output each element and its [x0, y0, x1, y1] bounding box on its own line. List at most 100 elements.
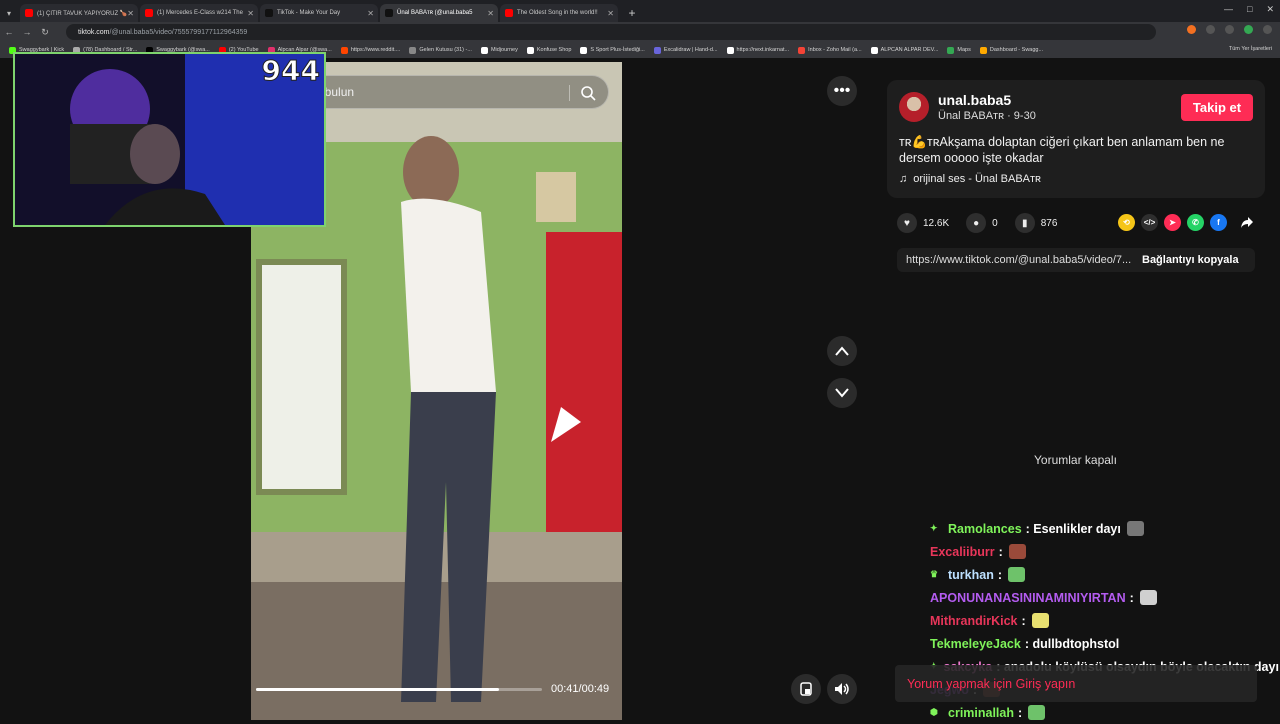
chat-username[interactable]: turkhan	[948, 568, 994, 582]
video-progress-bar[interactable]	[256, 688, 542, 691]
bookmark-favicon-icon	[409, 46, 417, 54]
copy-link-bar: https://www.tiktok.com/@unal.baba5/video…	[897, 248, 1255, 272]
creator-info-card: unal.baba5 Ünal BABAᴛʀ · 9-30 Takip et ᴛ…	[887, 80, 1265, 198]
browser-tab[interactable]: The Oldest Song in the world!! ✕	[500, 4, 618, 22]
like-count: 12.6K	[923, 217, 950, 229]
url-input[interactable]: tiktok.com/@unal.baba5/video/75557991771…	[66, 24, 1156, 40]
chat-emote-icon	[1126, 521, 1144, 536]
extensions-puzzle-icon[interactable]	[1206, 25, 1215, 34]
share-arrow-icon[interactable]	[1240, 216, 1254, 229]
tab-favicon-icon	[505, 9, 513, 17]
chat-text: :	[1129, 590, 1134, 605]
more-options-button[interactable]: •••	[827, 76, 857, 106]
browser-tab[interactable]: (1) ÇITIR TAVUK YAPIYORUZ 🍗 ✕	[20, 4, 138, 22]
bookmark-label: Inbox - Zoho Mail (a...	[808, 47, 862, 53]
share-icons: ⟲ </> ➤ ✆ f	[1118, 214, 1227, 231]
bookmark-label: S Sport Plus-İstediği...	[590, 47, 645, 53]
bookmark-item[interactable]: Excalidraw | Hand-d...	[653, 46, 718, 54]
facebook-icon[interactable]: f	[1210, 214, 1227, 231]
whatsapp-icon[interactable]: ✆	[1187, 214, 1204, 231]
close-tab-icon[interactable]: ✕	[367, 9, 374, 18]
browser-tab[interactable]: Ünal BABAᴛʀ (@unal.baba5 ✕	[380, 4, 498, 22]
chat-username[interactable]: Ramolances	[948, 522, 1022, 536]
bookmark-item[interactable]: https://www.reddit....	[340, 46, 401, 54]
chat-username[interactable]: criminallah	[948, 706, 1014, 720]
creator-username[interactable]: unal.baba5	[938, 92, 1011, 108]
chat-message: MithrandirKick:	[930, 609, 1275, 632]
avatar[interactable]	[899, 92, 929, 122]
bookmark-favicon-icon	[870, 46, 878, 54]
minimize-icon[interactable]: —	[1224, 4, 1233, 15]
chat-message: APONUNANASININAMINIYIRTAN:	[930, 586, 1275, 609]
bookmark-label: Maps	[957, 47, 971, 53]
like-button[interactable]: ♥ 12.6K	[897, 213, 949, 233]
send-icon[interactable]: ➤	[1164, 214, 1181, 231]
comment-button[interactable]: ● 0	[966, 213, 998, 233]
volume-button[interactable]	[827, 674, 857, 704]
bookmark-favicon-icon	[726, 46, 734, 54]
webcam-overlay: 944	[13, 52, 326, 227]
copy-link-button[interactable]: Bağlantıyı kopyala	[1142, 254, 1239, 266]
new-tab-button[interactable]: +	[624, 5, 640, 21]
bookmark-label: Excalidraw | Hand-d...	[663, 47, 718, 53]
heart-icon: ♥	[897, 213, 917, 233]
menu-icon[interactable]	[1263, 25, 1272, 34]
bookmark-item[interactable]: S Sport Plus-İstediği...	[580, 46, 645, 54]
reload-icon[interactable]: ↻	[36, 27, 54, 38]
bookmark-item[interactable]: Gelen Kutusu (31) -...	[409, 46, 472, 54]
chat-message: ♛ turkhan:	[930, 563, 1275, 586]
forward-icon[interactable]: →	[18, 27, 36, 37]
bookmark-item[interactable]: ALPCAN ALPAR DEV...	[870, 46, 938, 54]
next-video-button[interactable]	[827, 378, 857, 408]
previous-video-button[interactable]	[827, 336, 857, 366]
chat-username[interactable]: MithrandirKick	[930, 614, 1018, 628]
profile-avatar-icon[interactable]	[1244, 25, 1253, 34]
url-host: tiktok.com	[78, 28, 110, 36]
music-link[interactable]: ♫ orijinal ses - Ünal BABAᴛʀ	[899, 173, 1041, 185]
bookmark-item[interactable]: https://next.inkarnat...	[726, 46, 789, 54]
bookmark-label: https://www.reddit....	[350, 47, 401, 53]
tab-favicon-icon	[385, 9, 393, 17]
floating-player-button[interactable]	[791, 674, 821, 704]
chat-username[interactable]: Excaliiburr	[930, 545, 995, 559]
tab-title: Ünal BABAᴛʀ (@unal.baba5	[397, 10, 473, 16]
browser-tab[interactable]: (1) Mercedes E-Class w214 The ✕	[140, 4, 258, 22]
viewer-counter: 944	[261, 54, 320, 88]
close-window-icon[interactable]: ✕	[1266, 4, 1274, 15]
save-button[interactable]: ▮ 876	[1014, 213, 1057, 233]
login-prompt[interactable]: Yorum yapmak için Giriş yapın	[907, 677, 1075, 691]
chat-username[interactable]: APONUNANASININAMINIYIRTAN	[930, 591, 1126, 605]
tab-favicon-icon	[265, 9, 273, 17]
sidebar-icon[interactable]	[1225, 25, 1234, 34]
chat-text: :	[1018, 705, 1023, 720]
search-icon[interactable]	[580, 85, 596, 101]
bookmark-item[interactable]: Midjourney	[480, 46, 518, 54]
bookmark-item[interactable]: Konfuse Shop	[526, 46, 571, 54]
chat-emote-icon	[1008, 544, 1026, 559]
chat-badge-icon: ♛	[930, 569, 939, 579]
video-caption: ᴛʀ💪ᴛʀAkşama dolaptan ciğeri çıkart ben a…	[899, 135, 1225, 165]
maximize-icon[interactable]: □	[1247, 4, 1252, 15]
bookmark-label: Gelen Kutusu (31) -...	[419, 47, 472, 53]
all-bookmarks-link[interactable]: Tüm Yer İşaretleri	[1229, 46, 1272, 52]
tab-search-icon[interactable]: ▾	[0, 4, 18, 22]
volume-icon	[835, 683, 849, 695]
extension-icon[interactable]	[1187, 25, 1196, 34]
browser-tab[interactable]: TikTok - Make Your Day ✕	[260, 4, 378, 22]
embed-icon[interactable]: </>	[1141, 214, 1158, 231]
bookmark-favicon-icon	[526, 46, 534, 54]
bookmark-item[interactable]: Dashboard - Swagg...	[979, 46, 1043, 54]
video-url: https://www.tiktok.com/@unal.baba5/video…	[906, 254, 1132, 266]
bookmark-favicon-icon	[480, 46, 488, 54]
repost-icon[interactable]: ⟲	[1118, 214, 1135, 231]
bookmark-item[interactable]: Inbox - Zoho Mail (a...	[798, 46, 862, 54]
close-tab-icon[interactable]: ✕	[127, 9, 134, 18]
chat-text: : dullbdtophstol	[1024, 636, 1120, 651]
follow-button[interactable]: Takip et	[1181, 94, 1253, 121]
close-tab-icon[interactable]: ✕	[487, 9, 494, 18]
bookmark-item[interactable]: Maps	[947, 46, 971, 54]
back-icon[interactable]: ←	[0, 27, 18, 37]
close-tab-icon[interactable]: ✕	[607, 9, 614, 18]
close-tab-icon[interactable]: ✕	[247, 9, 254, 18]
chat-username[interactable]: TekmeleyeJack	[930, 637, 1021, 651]
